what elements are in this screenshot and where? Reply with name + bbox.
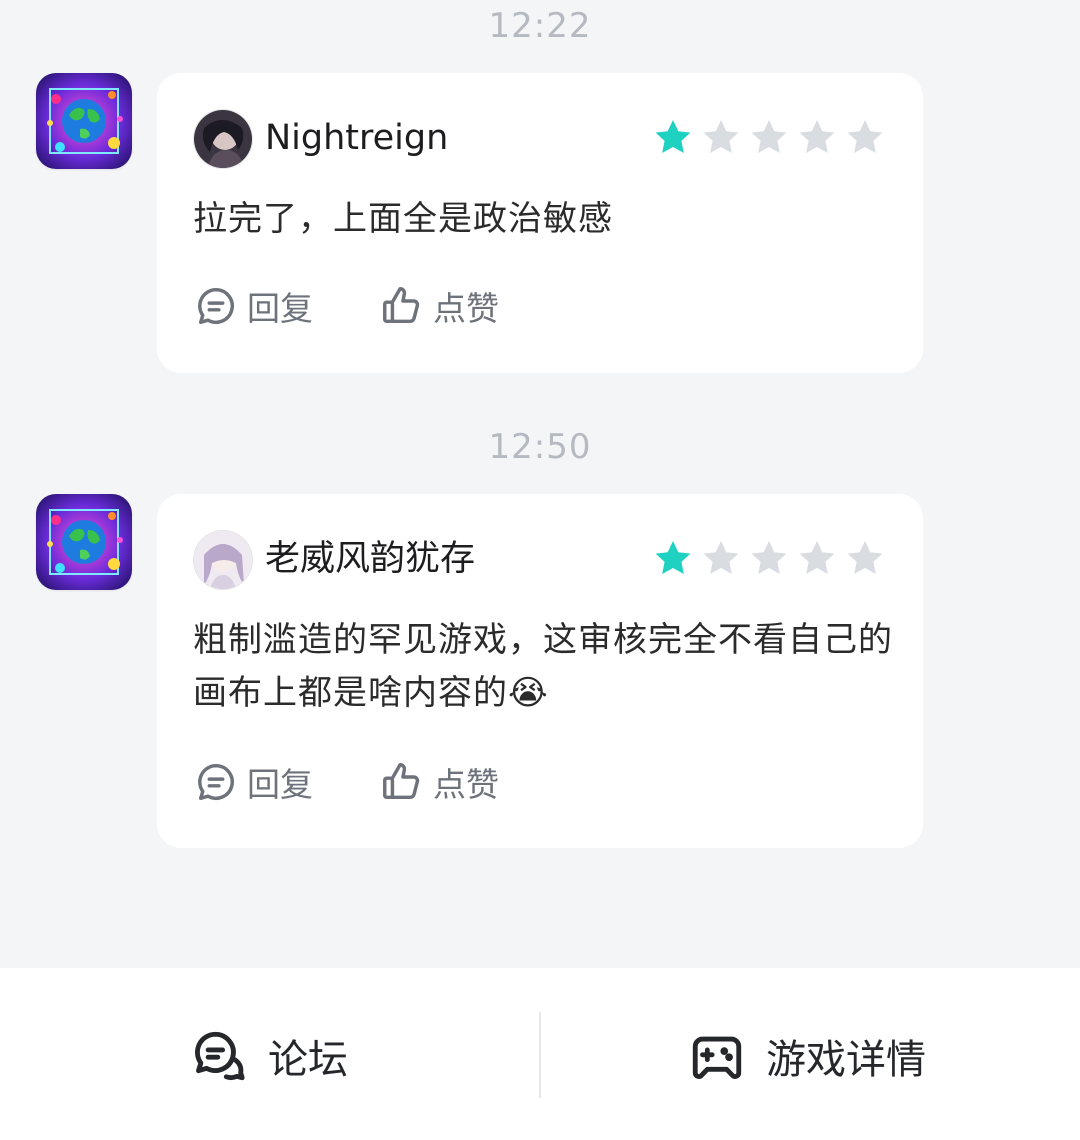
comment-bubble-icon xyxy=(193,283,239,329)
forum-label: 论坛 xyxy=(268,1037,348,1083)
star-icon xyxy=(843,537,887,581)
star-icon xyxy=(795,116,839,160)
user-avatar[interactable] xyxy=(193,530,253,590)
star-rating xyxy=(651,116,887,160)
nav-divider xyxy=(539,1012,541,1098)
star-icon xyxy=(795,537,839,581)
review-header: 老威风韵犹存 xyxy=(193,530,887,590)
star-rating xyxy=(651,537,887,581)
reply-label: 回复 xyxy=(247,289,313,328)
reply-button[interactable]: 回复 xyxy=(193,757,313,807)
message-timestamp: 12:50 xyxy=(488,427,592,467)
review-card: 老威风韵犹存 粗制滥造的罕见游戏，这审核完全不看自己的画布上都是啥内容的😭 回复 xyxy=(157,494,923,848)
bottom-navigation: 论坛 游戏详情 xyxy=(0,968,1080,1140)
user-avatar[interactable] xyxy=(193,109,253,169)
star-icon xyxy=(747,116,791,160)
game-app-icon[interactable] xyxy=(36,73,132,169)
review-text: 拉完了，上面全是政治敏感 xyxy=(193,199,613,239)
comment-bubble-icon xyxy=(193,759,239,805)
like-button[interactable]: 点赞 xyxy=(379,757,499,807)
like-label: 点赞 xyxy=(433,765,499,804)
reply-label: 回复 xyxy=(247,765,313,804)
thumbs-up-icon xyxy=(379,283,425,329)
username[interactable]: Nightreign xyxy=(265,115,448,161)
gamepad-icon xyxy=(688,1027,746,1085)
message-timestamp: 12:22 xyxy=(488,6,592,46)
forum-tab[interactable]: 论坛 xyxy=(190,1026,348,1086)
star-icon xyxy=(843,116,887,160)
chat-bubbles-icon xyxy=(190,1027,248,1085)
star-icon xyxy=(699,537,743,581)
game-details-label: 游戏详情 xyxy=(766,1037,926,1083)
like-label: 点赞 xyxy=(433,289,499,328)
game-details-tab[interactable]: 游戏详情 xyxy=(688,1026,926,1086)
star-icon xyxy=(651,116,695,160)
star-icon xyxy=(747,537,791,581)
username[interactable]: 老威风韵犹存 xyxy=(265,536,475,582)
star-icon xyxy=(651,537,695,581)
review-card: Nightreign 拉完了，上面全是政治敏感 回复 点赞 xyxy=(157,73,923,373)
review-header: Nightreign xyxy=(193,109,887,169)
star-icon xyxy=(699,116,743,160)
thumbs-up-icon xyxy=(379,759,425,805)
review-text: 粗制滥造的罕见游戏，这审核完全不看自己的画布上都是啥内容的😭 xyxy=(193,620,893,713)
reply-button[interactable]: 回复 xyxy=(193,281,313,331)
like-button[interactable]: 点赞 xyxy=(379,281,499,331)
game-app-icon[interactable] xyxy=(36,494,132,590)
